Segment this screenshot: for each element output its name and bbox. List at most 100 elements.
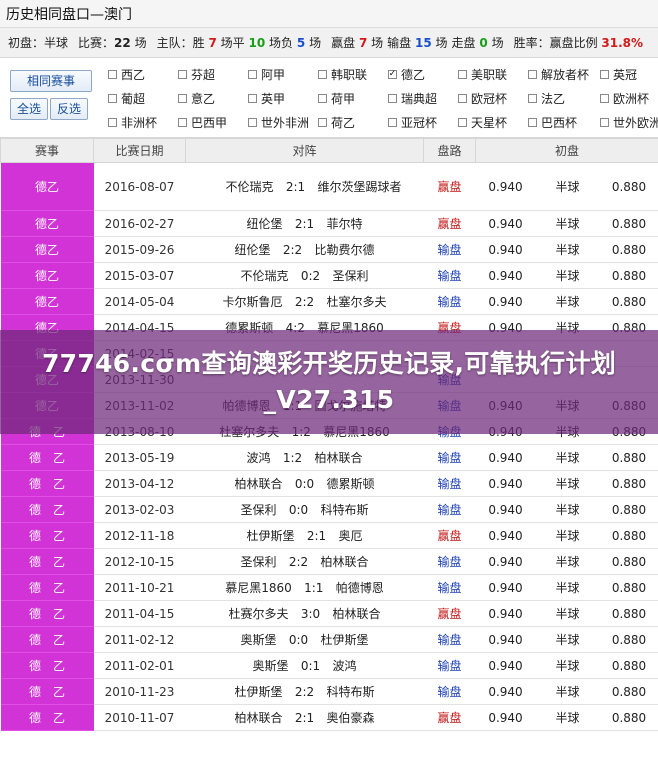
match-score: 0:1 (300, 659, 321, 673)
league-option[interactable]: 意乙 (178, 86, 248, 110)
away-team[interactable]: 德累斯顿 (327, 475, 375, 492)
checkbox-icon[interactable] (528, 69, 537, 79)
league-option[interactable]: 荷甲 (318, 86, 388, 110)
league-option[interactable]: 荷乙 (318, 110, 388, 134)
checkbox-icon[interactable] (178, 117, 187, 127)
match-score: 2:2 (282, 243, 303, 257)
checkbox-icon[interactable] (248, 69, 257, 79)
home-team[interactable]: 不伦瑞克 (226, 176, 274, 198)
select-all-button[interactable]: 全选 (10, 98, 48, 120)
checkbox-icon[interactable] (248, 93, 257, 103)
checkbox-icon[interactable] (600, 117, 609, 127)
league-option[interactable]: 英甲 (248, 86, 318, 110)
checkbox-icon[interactable] (318, 93, 327, 103)
matches-value: 22 (114, 35, 131, 50)
home-team[interactable]: 杜赛尔多夫 (228, 605, 288, 622)
league-option-label: 解放者杯 (541, 67, 590, 82)
home-team[interactable]: 杜伊斯堡 (246, 527, 294, 544)
lose-label: 负 (281, 36, 294, 50)
odds-home: 0.940 (475, 236, 536, 263)
league-option[interactable]: 法乙 (528, 86, 600, 110)
invert-selection-button[interactable]: 反选 (50, 98, 88, 120)
home-team[interactable]: 卡尔斯鲁厄 (222, 293, 282, 310)
league-option[interactable]: 欧洲杯 (600, 86, 649, 110)
checkbox-icon[interactable] (388, 93, 397, 103)
away-team[interactable]: 帕德博恩 (336, 579, 384, 596)
away-team[interactable]: 柏林联合 (321, 553, 369, 570)
checkbox-icon[interactable] (248, 117, 257, 127)
league-option[interactable]: 英冠 (600, 62, 642, 86)
away-team[interactable]: 科特布斯 (321, 501, 369, 518)
checkbox-icon[interactable] (318, 69, 327, 79)
away-team[interactable]: 科特布斯 (327, 683, 375, 700)
home-team[interactable]: 奥斯堡 (240, 631, 276, 648)
home-team[interactable]: 奥斯堡 (252, 657, 288, 674)
league-option[interactable]: 西乙 (108, 62, 178, 86)
league-option[interactable]: 巴西甲 (178, 110, 248, 134)
checkbox-icon[interactable] (458, 69, 467, 79)
away-team[interactable]: 维尔茨堡踢球者 (318, 176, 402, 198)
match-score: 2:1 (294, 217, 315, 231)
league-option[interactable]: 亚冠杯 (388, 110, 458, 134)
match-score: 2:2 (294, 295, 315, 309)
league-option[interactable]: 葡超 (108, 86, 178, 110)
league-option-label: 西乙 (121, 67, 146, 82)
same-league-button[interactable]: 相同赛事 (10, 70, 92, 92)
away-team[interactable]: 柏林联合 (315, 449, 363, 466)
date-cell: 2011-04-15 (93, 600, 186, 627)
checkbox-icon[interactable] (600, 93, 609, 103)
league-option[interactable]: 天星杯 (458, 110, 528, 134)
odds-away: 0.880 (599, 288, 658, 315)
home-team[interactable]: 慕尼黑1860 (225, 579, 292, 596)
checkbox-icon[interactable] (458, 93, 467, 103)
home-team[interactable]: 柏林联合 (234, 475, 282, 492)
home-team[interactable]: 柏林联合 (234, 709, 282, 726)
home-team[interactable]: 不伦瑞克 (240, 267, 288, 284)
checkbox-icon[interactable] (528, 93, 537, 103)
league-option[interactable]: 巴西杯 (528, 110, 600, 134)
league-option[interactable]: 瑞典超 (388, 86, 458, 110)
checkbox-icon[interactable] (600, 69, 609, 79)
home-team[interactable]: 纽伦堡 (234, 241, 270, 258)
league-option[interactable]: 世外非洲 (248, 110, 318, 134)
handicap-line: 半球 (535, 626, 600, 653)
checkbox-icon[interactable] (108, 117, 117, 127)
handicap-lose-unit: 场 (435, 36, 448, 50)
away-team[interactable]: 圣保利 (333, 267, 369, 284)
checkbox-icon[interactable] (178, 69, 187, 79)
away-team[interactable]: 奥伯豪森 (327, 709, 375, 726)
checkbox-icon[interactable] (458, 117, 467, 127)
league-option[interactable]: 芬超 (178, 62, 248, 86)
handicap-line: 半球 (535, 288, 600, 315)
checkbox-icon[interactable] (528, 117, 537, 127)
away-team[interactable]: 波鸿 (333, 657, 357, 674)
handicap-result: 输盘 (423, 574, 476, 601)
league-option[interactable]: 世外欧洲 (600, 110, 658, 134)
home-team[interactable]: 波鸿 (246, 449, 270, 466)
checkbox-icon[interactable] (178, 93, 187, 103)
league-option[interactable]: ✓ 德乙 (388, 62, 458, 86)
home-team[interactable]: 圣保利 (240, 553, 276, 570)
league-option[interactable]: 韩职联 (318, 62, 388, 86)
checkbox-icon[interactable] (388, 117, 397, 127)
checkbox-icon[interactable] (108, 93, 117, 103)
home-team[interactable]: 圣保利 (240, 501, 276, 518)
away-team[interactable]: 比勒费尔德 (315, 241, 375, 258)
away-team[interactable]: 杜伊斯堡 (321, 631, 369, 648)
league-option[interactable]: 非洲杯 (108, 110, 178, 134)
home-team[interactable]: 杜伊斯堡 (234, 683, 282, 700)
league-option[interactable]: 美职联 (458, 62, 528, 86)
away-team[interactable]: 杜塞尔多夫 (327, 293, 387, 310)
league-option-label: 德乙 (401, 67, 426, 82)
home-team[interactable]: 纽伦堡 (246, 215, 282, 232)
league-option[interactable]: 欧冠杯 (458, 86, 528, 110)
checkbox-checked-icon[interactable]: ✓ (388, 69, 397, 79)
league-option[interactable]: 解放者杯 (528, 62, 600, 86)
league-option-label: 意乙 (191, 91, 216, 106)
away-team[interactable]: 奥厄 (339, 527, 363, 544)
checkbox-icon[interactable] (318, 117, 327, 127)
league-option[interactable]: 阿甲 (248, 62, 318, 86)
away-team[interactable]: 菲尔特 (327, 215, 363, 232)
checkbox-icon[interactable] (108, 69, 117, 79)
away-team[interactable]: 柏林联合 (333, 605, 381, 622)
